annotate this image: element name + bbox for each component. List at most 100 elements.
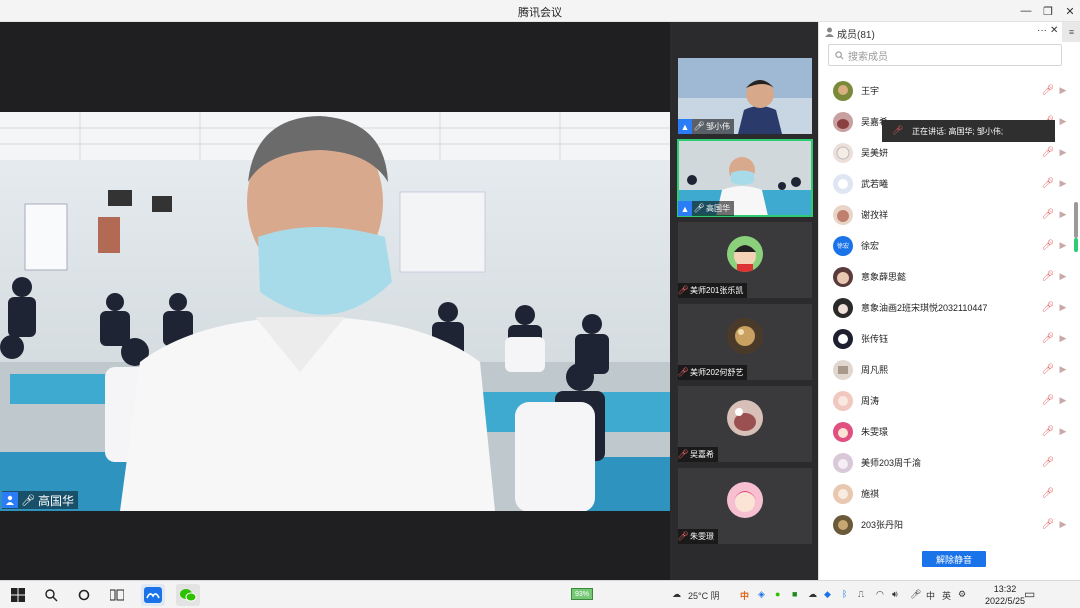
microphone-muted-icon[interactable]: 🎤︎ — [1042, 519, 1055, 531]
microphone-muted-icon[interactable]: 🎤︎ — [1042, 240, 1055, 252]
camera-off-icon[interactable]: ▶ — [1057, 85, 1069, 97]
camera-off-icon[interactable]: ▶ — [1057, 333, 1069, 345]
main-video[interactable]: 🎤︎ 高国华 — [0, 112, 670, 511]
member-row[interactable]: 意象薛思懿 🎤︎ ▶ — [819, 261, 1080, 292]
cloud-icon[interactable]: ☁ — [808, 589, 817, 600]
member-row[interactable]: 朱雯璟 🎤︎ ▶ — [819, 416, 1080, 447]
participant-name: 美师201张乐凯 — [690, 286, 744, 295]
volume-icon[interactable]: 🔊︎ — [892, 589, 898, 600]
weather-text[interactable]: 25°C 阴 — [688, 589, 720, 602]
unmute-all-button[interactable]: 解除静音 — [922, 551, 986, 567]
battery-indicator[interactable]: 93% — [571, 588, 593, 600]
wechat-taskbar-button[interactable] — [176, 584, 200, 606]
nvidia-icon[interactable]: ■ — [792, 589, 797, 599]
member-row[interactable]: 施祺 🎤︎ — [819, 478, 1080, 509]
participant-video-tile[interactable]: 🎤︎ 吴嘉希 — [678, 386, 812, 462]
member-row[interactable]: 武若曦 🎤︎ ▶ — [819, 168, 1080, 199]
scrollbar-indicator — [1074, 238, 1078, 252]
member-row[interactable]: 周凡熙 🎤︎ ▶ — [819, 354, 1080, 385]
search-icon[interactable] — [41, 585, 61, 605]
tencent-meeting-taskbar-button[interactable] — [141, 584, 165, 606]
participant-video-tile[interactable]: 🎤︎ 美师201张乐凯 — [678, 222, 812, 298]
microphone-muted-icon[interactable]: 🎤︎ — [1042, 85, 1055, 97]
member-row[interactable]: 张传钰 🎤︎ ▶ — [819, 323, 1080, 354]
task-view-icon[interactable] — [107, 585, 127, 605]
microphone-muted-icon[interactable]: 🎤︎ — [1042, 457, 1055, 469]
classroom-video-frame — [0, 112, 670, 511]
camera-off-icon[interactable]: ▶ — [1057, 364, 1069, 376]
wechat-tray-icon[interactable]: ● — [775, 589, 780, 599]
search-members-field[interactable]: 搜索成员 — [828, 44, 1062, 66]
minimize-button[interactable]: — — [1016, 2, 1036, 20]
member-row[interactable]: 美师203周千渝 🎤︎ — [819, 447, 1080, 478]
camera-off-icon[interactable]: ▶ — [1057, 395, 1069, 407]
camera-off-icon[interactable]: ▶ — [1057, 209, 1069, 221]
camera-off-icon[interactable]: ▶ — [1057, 271, 1069, 283]
participant-video-tile[interactable]: 🎤︎ 美师202何舒艺 — [678, 304, 812, 380]
usb-icon[interactable]: ⎍ — [858, 589, 864, 600]
notification-center-icon[interactable]: ▭ — [1024, 587, 1035, 601]
ime-english-indicator[interactable]: 英 — [942, 589, 951, 602]
weather-icon[interactable]: ☁ — [672, 589, 681, 600]
avatar — [833, 80, 853, 101]
language-indicator[interactable]: 中 — [926, 589, 935, 602]
microphone-muted-icon[interactable]: 🎤︎ — [1042, 178, 1055, 190]
participant-video-tile-active[interactable]: ▲ 🎤︎ 高国华 — [677, 139, 813, 217]
member-name: 谢孜祥 — [861, 210, 889, 220]
microphone-tray-icon[interactable]: 🎤︎ — [910, 589, 921, 600]
microphone-muted-icon[interactable]: 🎤︎ — [1042, 395, 1055, 407]
participant-label: ▲ 🎤︎ 高国华 — [678, 201, 734, 216]
microphone-muted-icon[interactable]: 🎤︎ — [1042, 209, 1055, 221]
member-name: 王宇 — [861, 86, 880, 96]
camera-off-icon[interactable]: ▶ — [1057, 116, 1069, 128]
maximize-button[interactable]: ❐ — [1038, 2, 1058, 20]
settings-tray-icon[interactable]: ⚙ — [958, 589, 966, 600]
camera-off-icon[interactable]: ▶ — [1057, 240, 1069, 252]
camera-off-icon[interactable]: ▶ — [1057, 178, 1069, 190]
camera-off-icon[interactable]: ▶ — [1057, 302, 1069, 314]
more-options-button[interactable]: ··· — [1037, 25, 1047, 36]
microphone-muted-icon[interactable]: 🎤︎ — [1042, 426, 1055, 438]
member-row[interactable]: 203张丹阳 🎤︎ ▶ — [819, 509, 1080, 540]
wifi-icon[interactable]: ◠ — [876, 589, 884, 600]
microphone-muted-icon[interactable]: 🎤︎ — [1042, 488, 1055, 500]
microphone-muted-icon[interactable]: 🎤︎ — [1042, 364, 1055, 376]
camera-off-icon[interactable]: ▶ — [1057, 426, 1069, 438]
microphone-muted-icon[interactable]: 🎤︎ — [1042, 147, 1055, 159]
participant-video-tile[interactable]: ▲ 🎤︎ 邹小伟 — [678, 58, 812, 134]
member-row[interactable]: 意象油画2班宋琪悦2032110447 🎤︎ ▶ — [819, 292, 1080, 323]
cortana-icon[interactable] — [74, 585, 94, 605]
member-list-scrollbar[interactable] — [1074, 202, 1078, 238]
close-button[interactable]: ✕ — [1060, 2, 1080, 20]
tencent-tray-icon[interactable]: ◆ — [824, 589, 831, 600]
security-icon[interactable]: ◈ — [758, 589, 765, 600]
member-row[interactable]: 周涛 🎤︎ ▶ — [819, 385, 1080, 416]
microphone-muted-icon[interactable]: 🎤︎ — [1042, 271, 1055, 283]
panel-menu-button[interactable]: ≡ — [1062, 22, 1080, 42]
bluetooth-icon[interactable]: ᛒ — [842, 589, 847, 599]
avatar — [833, 514, 853, 535]
member-row[interactable]: 谢孜祥 🎤︎ ▶ — [819, 199, 1080, 230]
member-row[interactable]: 徐宏 徐宏 🎤︎ ▶ — [819, 230, 1080, 261]
members-icon — [825, 27, 834, 37]
participant-video-column[interactable]: ▲ 🎤︎ 邹小伟 ▲ 🎤︎ 高国华 🎤︎ 美师201张乐凯 🎤︎ 美师202何舒… — [670, 22, 818, 580]
ime-indicator[interactable]: 中 — [740, 589, 749, 602]
camera-off-icon[interactable]: ▶ — [1057, 519, 1069, 531]
microphone-muted-icon[interactable]: 🎤︎ — [1042, 333, 1055, 345]
avatar — [833, 390, 853, 411]
microphone-muted-icon: 🎤︎ — [678, 531, 689, 541]
windows-start-icon[interactable] — [8, 585, 28, 605]
avatar — [833, 204, 853, 225]
close-panel-button[interactable]: ✕ — [1050, 25, 1058, 36]
avatar — [833, 173, 853, 194]
system-clock[interactable]: 13:32 2022/5/25 — [980, 583, 1030, 607]
participant-avatar — [727, 482, 763, 518]
member-row[interactable]: 王宇 🎤︎ ▶ — [819, 75, 1080, 106]
member-name: 周凡熙 — [861, 365, 889, 375]
participant-video-tile[interactable]: 🎤︎ 朱雯璟 — [678, 468, 812, 544]
member-name: 吴美妍 — [861, 148, 889, 158]
camera-off-icon[interactable]: ▶ — [1057, 147, 1069, 159]
title-bar: 腾讯会议 — ❐ ✕ — [0, 0, 1080, 22]
participant-name: 吴嘉希 — [690, 450, 714, 459]
microphone-muted-icon[interactable]: 🎤︎ — [1042, 302, 1055, 314]
